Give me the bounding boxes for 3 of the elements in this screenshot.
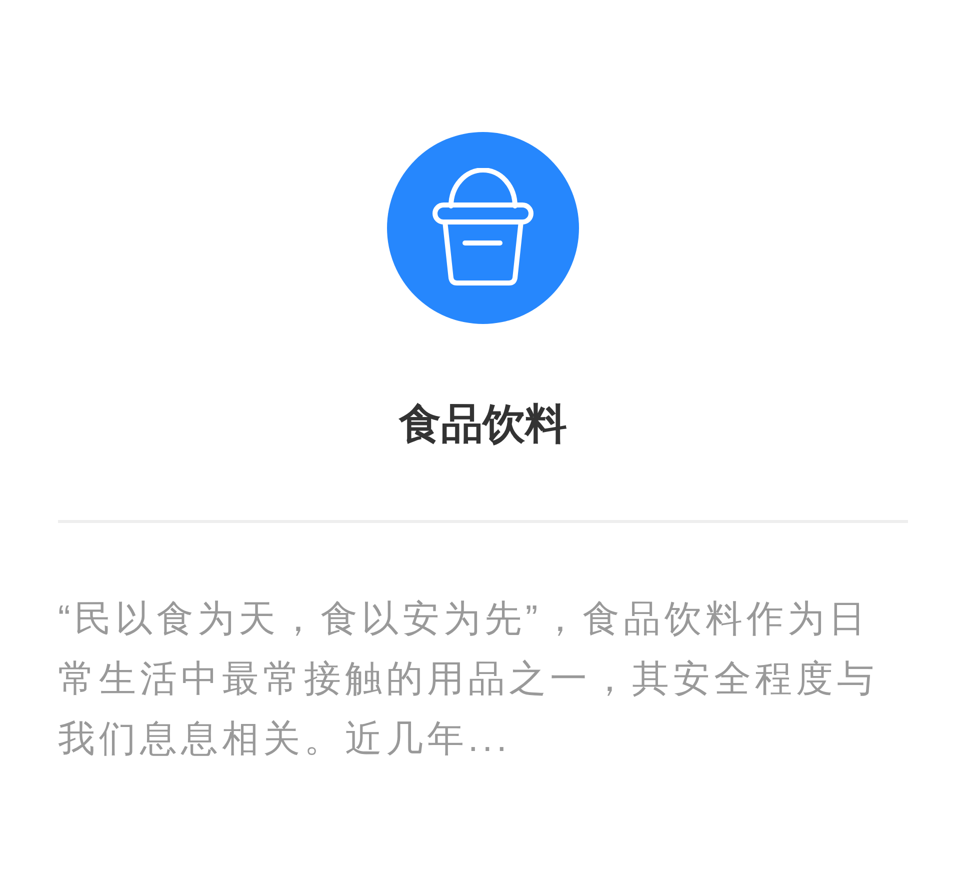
category-description: “民以食为天，食以安为先”，食品饮料作为日常生活中最常接触的用品之一，其安全程度与我们息息相关。近几年... — [58, 597, 879, 761]
category-title: 食品饮料 — [399, 399, 567, 449]
bucket-icon — [431, 168, 535, 288]
